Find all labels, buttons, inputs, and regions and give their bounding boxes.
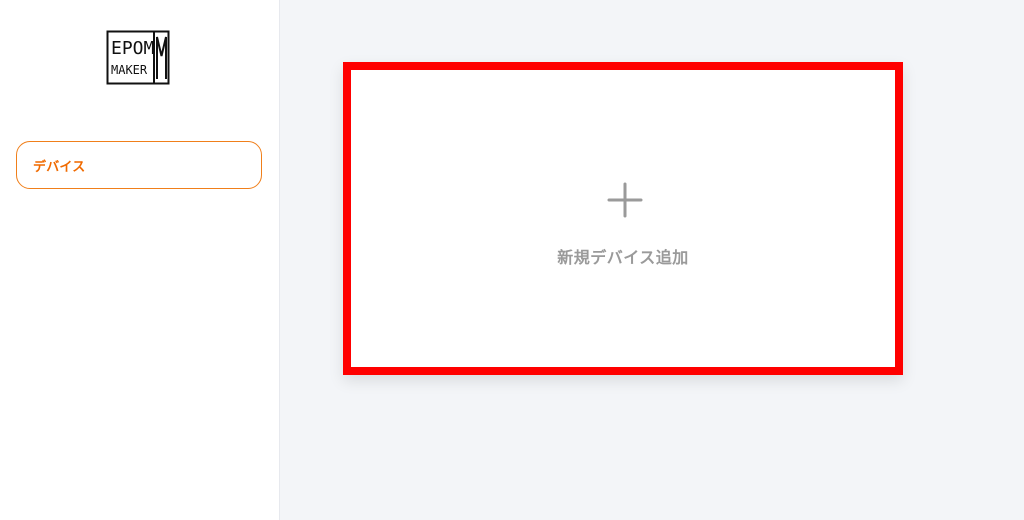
add-device-label: 新規デバイス追加	[557, 248, 689, 267]
logo-text-line-1: EPOM	[111, 38, 155, 59]
sidebar: EPOM MAKER デバイス	[0, 0, 280, 520]
sidebar-item-devices[interactable]: デバイス	[16, 141, 262, 189]
logo-text-line-2: MAKER	[111, 63, 148, 77]
app-window: EPOM MAKER デバイス 新規デバイス追加	[0, 0, 1024, 520]
epomaker-logo-icon: EPOM MAKER	[106, 30, 170, 85]
plus-icon	[607, 182, 643, 218]
sidebar-item-label: デバイス	[33, 159, 86, 175]
main-content: 新規デバイス追加	[281, 0, 1024, 520]
add-device-card[interactable]: 新規デバイス追加	[343, 62, 903, 375]
